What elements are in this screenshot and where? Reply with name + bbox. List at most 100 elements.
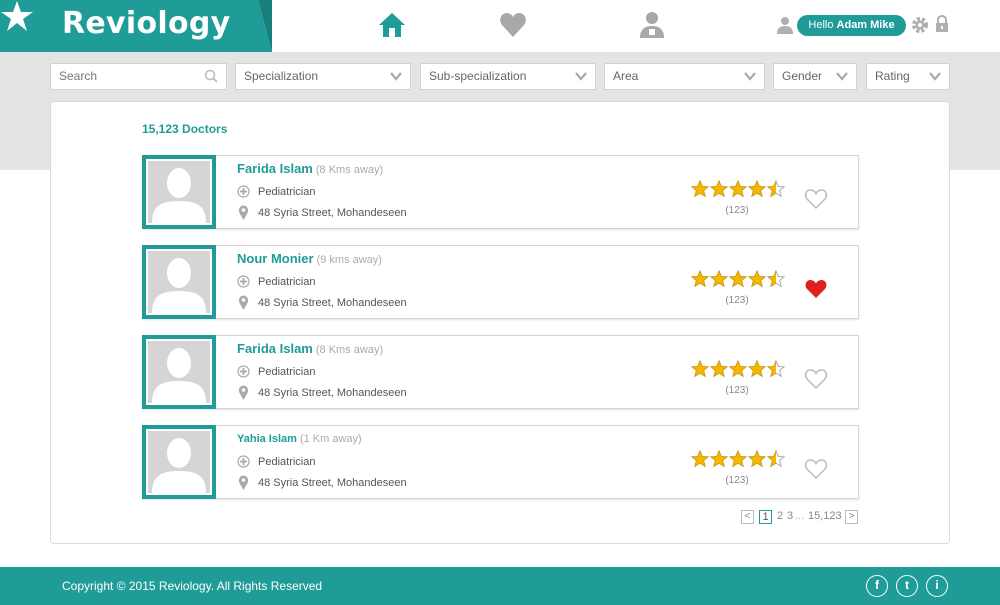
- sub-specialization-label: Sub-specialization: [429, 69, 527, 83]
- doctor-distance: (9 kms away): [316, 254, 382, 266]
- doctor-row[interactable]: Farida Islam (8 Kms away) Pediatrician 48 S…: [142, 335, 859, 409]
- star-icon: [766, 359, 786, 378]
- doctor-address: 48 Syria Street, Mohandeseen: [258, 477, 407, 489]
- chevron-down-icon: [575, 72, 587, 81]
- doctor-name[interactable]: Farida Islam: [237, 341, 313, 356]
- chevron-down-icon: [744, 72, 756, 81]
- area-select[interactable]: Area: [604, 63, 765, 90]
- lock-icon[interactable]: [934, 15, 950, 33]
- doctor-name[interactable]: Yahia Islam: [237, 433, 297, 445]
- star-icon: [766, 449, 786, 468]
- specialty-plus-icon: [237, 275, 250, 288]
- pager-page-last[interactable]: 15,123: [808, 510, 842, 522]
- location-pin-icon: [238, 475, 249, 490]
- doctor-name-line[interactable]: Farida Islam (8 Kms away): [237, 161, 383, 176]
- star-icon: [690, 179, 710, 198]
- area-label: Area: [613, 69, 639, 83]
- user-greeting-button[interactable]: Hello Adam Mike: [797, 15, 906, 36]
- logo[interactable]: Reviology: [0, 0, 272, 52]
- location-pin-icon: [238, 295, 249, 310]
- location-pin-icon: [238, 385, 249, 400]
- rating-stars: [690, 359, 787, 378]
- doctor-name-line[interactable]: Nour Monier (9 kms away): [237, 251, 382, 266]
- chevron-down-icon: [929, 72, 941, 81]
- chevron-down-icon: [390, 72, 402, 81]
- gender-select[interactable]: Gender: [773, 63, 857, 90]
- doctor-address: 48 Syria Street, Mohandeseen: [258, 207, 407, 219]
- doctor-row[interactable]: Nour Monier (9 kms away) Pediatrician 48 Sy…: [142, 245, 859, 319]
- avatar-placeholder: [146, 159, 212, 225]
- avatar-placeholder: [146, 429, 212, 495]
- doctor-specialty: Pediatrician: [258, 186, 316, 198]
- rating-stars: [690, 269, 787, 288]
- star-icon: [728, 359, 748, 378]
- favorite-heart-icon[interactable]: [804, 458, 828, 480]
- gender-label: Gender: [782, 69, 823, 83]
- search-input[interactable]: Search: [50, 63, 227, 90]
- doctor-name-line[interactable]: Farida Islam (8 Kms away): [237, 341, 383, 356]
- sub-specialization-select[interactable]: Sub-specialization: [420, 63, 596, 90]
- doctor-distance: (1 Km away): [299, 433, 362, 445]
- favorites-heart-icon[interactable]: [498, 10, 528, 40]
- hello-label: Hello: [808, 19, 834, 31]
- search-icon[interactable]: [204, 69, 218, 83]
- copyright-text: Copyright © 2015 Reviology. All Rights R…: [62, 579, 323, 593]
- star-icon: [747, 269, 767, 288]
- pager-page-1[interactable]: 1: [759, 510, 772, 524]
- facebook-icon[interactable]: f: [866, 575, 888, 597]
- doctor-name[interactable]: Farida Islam: [237, 161, 313, 176]
- pager-next-button[interactable]: >: [845, 510, 858, 524]
- doctor-name-line[interactable]: Yahia Islam (1 Km away): [237, 433, 362, 445]
- rating-stars: [690, 179, 787, 198]
- pager-page-2[interactable]: 2: [777, 510, 783, 522]
- doctor-avatar[interactable]: [142, 245, 216, 319]
- doctor-avatar[interactable]: [142, 425, 216, 499]
- star-icon: [709, 179, 729, 198]
- doctor-avatar[interactable]: [142, 335, 216, 409]
- star-icon: [709, 449, 729, 468]
- doctor-distance: (8 Kms away): [315, 164, 384, 176]
- doctor-name[interactable]: Nour Monier: [237, 251, 314, 266]
- home-icon[interactable]: [377, 10, 407, 40]
- star-icon: [690, 359, 710, 378]
- star-logo-icon: [1, 1, 33, 31]
- instagram-icon[interactable]: i: [926, 575, 948, 597]
- favorite-heart-icon[interactable]: [804, 368, 828, 390]
- specialty-plus-icon: [237, 455, 250, 468]
- doctor-icon[interactable]: [637, 10, 667, 40]
- twitter-icon[interactable]: t: [896, 575, 918, 597]
- star-icon: [728, 269, 748, 288]
- star-icon: [690, 269, 710, 288]
- doctor-row[interactable]: Farida Islam (8 Kms away) Pediatrician 48 S…: [142, 155, 859, 229]
- favorite-heart-icon[interactable]: [804, 188, 828, 210]
- doctor-specialty: Pediatrician: [258, 276, 316, 288]
- person-silhouette-icon: [152, 438, 206, 493]
- location-pin-icon: [238, 205, 249, 220]
- doctor-avatar[interactable]: [142, 155, 216, 229]
- specialty-plus-icon: [237, 185, 250, 198]
- person-silhouette-icon: [152, 348, 206, 403]
- top-header: Reviology Hello Adam Mike: [0, 0, 1000, 52]
- favorite-heart-icon[interactable]: [804, 278, 828, 300]
- review-count: (123): [725, 475, 749, 486]
- review-count: (123): [725, 295, 749, 306]
- star-icon: [709, 359, 729, 378]
- avatar-placeholder: [146, 339, 212, 405]
- star-icon: [709, 269, 729, 288]
- person-silhouette-icon: [152, 168, 206, 223]
- doctor-specialty: Pediatrician: [258, 456, 316, 468]
- rating-label: Rating: [875, 69, 910, 83]
- footer: Copyright © 2015 Reviology. All Rights R…: [0, 567, 1000, 605]
- rating-select[interactable]: Rating: [866, 63, 950, 90]
- person-silhouette-icon: [152, 258, 206, 313]
- chevron-down-icon: [836, 72, 848, 81]
- star-icon: [728, 179, 748, 198]
- specialization-select[interactable]: Specialization: [235, 63, 411, 90]
- doctor-row[interactable]: Yahia Islam (1 Km away) Pediatrician 48 Syr…: [142, 425, 859, 499]
- doctor-address: 48 Syria Street, Mohandeseen: [258, 297, 407, 309]
- star-icon: [690, 449, 710, 468]
- gear-icon[interactable]: [911, 16, 929, 34]
- star-icon: [766, 179, 786, 198]
- pager-prev-button[interactable]: <: [741, 510, 754, 524]
- pager-page-3[interactable]: 3: [787, 510, 793, 522]
